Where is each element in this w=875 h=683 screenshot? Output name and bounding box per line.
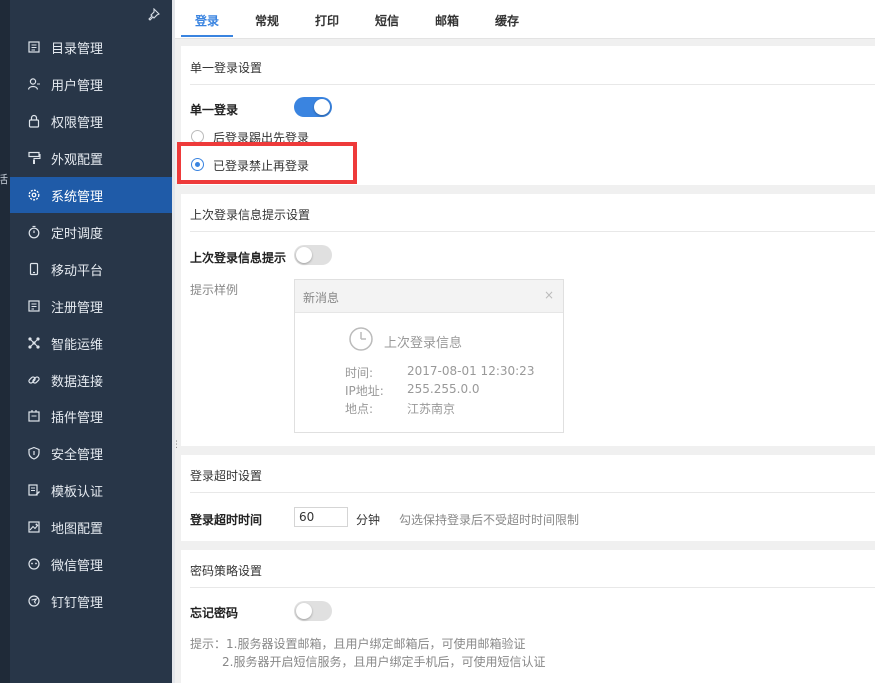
sidebar-item-ops[interactable]: 智能运维 — [10, 325, 172, 361]
sidebar-item-permissions[interactable]: 权限管理 — [10, 103, 172, 139]
sidebar-item-label: 地图配置 — [51, 521, 104, 537]
place-key: 地点: — [345, 402, 374, 416]
tab-print[interactable]: 打印 — [315, 12, 339, 29]
sidebar-item-mobile[interactable]: 移动平台 — [10, 251, 172, 287]
clock-icon — [349, 327, 373, 351]
timer-icon — [27, 225, 41, 239]
left-edge-strip — [0, 0, 10, 683]
sidebar-item-label: 钉钉管理 — [51, 595, 104, 611]
section-divider — [190, 492, 875, 493]
notice-title: 新消息 — [303, 291, 340, 305]
section-divider — [190, 587, 875, 588]
pin-icon[interactable] — [146, 8, 160, 22]
password-section: 密码策略设置 忘记密码 提示：1.服务器设置邮箱，且用户绑定邮箱后，可使用邮箱验… — [181, 550, 875, 683]
sidebar-item-dingtalk[interactable]: 钉钉管理 — [10, 583, 172, 619]
sidebar-item-label: 权限管理 — [51, 115, 104, 131]
sidebar-item-label: 数据连接 — [51, 374, 104, 390]
tip-line-1: 提示：1.服务器设置邮箱，且用户绑定邮箱后，可使用邮箱验证 — [190, 637, 526, 651]
sidebar-item-appearance[interactable]: 外观配置 — [10, 140, 172, 176]
single-login-label: 单一登录 — [190, 103, 239, 117]
tab-cache[interactable]: 缓存 — [495, 12, 519, 29]
sidebar: 目录管理 用户管理 权限管理 外观配置 系统管理 定时调度 移动平台 注册管理 … — [10, 0, 172, 683]
sidebar-item-label: 安全管理 — [51, 447, 104, 463]
last-login-label: 上次登录信息提示 — [190, 251, 287, 265]
timeout-hint: 勾选保持登录后不受超时时间限制 — [399, 513, 580, 527]
tab-general[interactable]: 常规 — [255, 12, 279, 29]
ops-icon — [27, 336, 41, 350]
sample-label: 提示样例 — [190, 283, 239, 297]
ip-key: IP地址: — [345, 384, 384, 398]
section-title: 上次登录信息提示设置 — [190, 208, 311, 222]
section-title: 单一登录设置 — [190, 61, 263, 75]
sidebar-item-label: 定时调度 — [51, 226, 104, 242]
link-icon — [27, 373, 41, 387]
gear-icon — [27, 188, 41, 202]
mobile-icon — [27, 262, 41, 276]
sidebar-item-schedule[interactable]: 定时调度 — [10, 214, 172, 250]
register-icon — [27, 299, 41, 313]
tab-email[interactable]: 邮箱 — [435, 12, 459, 29]
tab-bar: 登录 常规 打印 短信 邮箱 缓存 — [175, 0, 875, 39]
sidebar-item-label: 外观配置 — [51, 152, 104, 168]
sidebar-item-label: 注册管理 — [51, 300, 104, 316]
template-icon — [27, 483, 41, 497]
section-divider — [190, 84, 875, 85]
wechat-icon — [27, 557, 41, 571]
splitter-handle-icon[interactable]: ⋮ — [172, 441, 181, 450]
forgot-password-label: 忘记密码 — [190, 606, 239, 620]
sidebar-item-map[interactable]: 地图配置 — [10, 509, 172, 545]
shield-icon — [27, 446, 41, 460]
tab-sms[interactable]: 短信 — [375, 12, 399, 29]
single-login-toggle[interactable] — [294, 97, 332, 117]
sidebar-item-label: 智能运维 — [51, 337, 104, 353]
sidebar-item-security[interactable]: 安全管理 — [10, 435, 172, 471]
ip-value: 255.255.0.0 — [407, 382, 480, 396]
timeout-unit: 分钟 — [356, 513, 381, 527]
notice-header: 新消息 × — [295, 280, 563, 313]
sidebar-item-catalog[interactable]: 目录管理 — [10, 29, 172, 65]
sidebar-item-label: 用户管理 — [51, 78, 104, 94]
last-login-section: 上次登录信息提示设置 上次登录信息提示 提示样例 新消息 × 上次登录信息 时间… — [181, 194, 875, 446]
sidebar-item-users[interactable]: 用户管理 — [10, 66, 172, 102]
sidebar-item-data-connection[interactable]: 数据连接 — [10, 362, 172, 398]
time-value: 2017-08-01 12:30:23 — [407, 364, 535, 378]
timeout-input[interactable]: 60 — [294, 507, 348, 527]
edge-glyph: 活 — [0, 173, 8, 186]
close-icon[interactable]: × — [544, 288, 554, 302]
catalog-icon — [27, 40, 41, 54]
forgot-password-toggle[interactable] — [294, 601, 332, 621]
dingtalk-icon — [27, 594, 41, 608]
sidebar-item-system[interactable]: 系统管理 — [10, 177, 172, 213]
time-key: 时间: — [345, 366, 374, 380]
notice-subtitle: 上次登录信息 — [384, 336, 463, 351]
timeout-label: 登录超时时间 — [190, 513, 263, 527]
section-title: 登录超时设置 — [190, 469, 263, 483]
place-value: 江苏南京 — [407, 402, 456, 416]
sidebar-item-label: 插件管理 — [51, 410, 104, 426]
timeout-section: 登录超时设置 登录超时时间 60 分钟 勾选保持登录后不受超时时间限制 — [181, 455, 875, 541]
sidebar-item-wechat[interactable]: 微信管理 — [10, 546, 172, 582]
sidebar-item-register[interactable]: 注册管理 — [10, 288, 172, 324]
sidebar-item-label: 移动平台 — [51, 263, 104, 279]
sidebar-item-label: 目录管理 — [51, 41, 104, 57]
sidebar-item-label: 模板认证 — [51, 484, 104, 500]
sidebar-item-label: 系统管理 — [51, 189, 104, 205]
plugin-icon — [27, 409, 41, 423]
sidebar-item-template-auth[interactable]: 模板认证 — [10, 472, 172, 508]
map-icon — [27, 520, 41, 534]
main-content: 登录 常规 打印 短信 邮箱 缓存 单一登录设置 单一登录 后登录踢出先登录 已… — [175, 0, 875, 683]
section-title: 密码策略设置 — [190, 564, 263, 578]
section-divider — [190, 231, 875, 232]
sidebar-item-label: 微信管理 — [51, 558, 104, 574]
highlight-annotation — [177, 142, 357, 184]
brush-icon — [27, 151, 41, 165]
user-icon — [27, 77, 41, 91]
tip-line-2: 2.服务器开启短信服务，且用户绑定手机后，可使用短信认证 — [222, 655, 546, 669]
last-login-toggle[interactable] — [294, 245, 332, 265]
tab-login[interactable]: 登录 — [195, 12, 219, 29]
notice-sample: 新消息 × 上次登录信息 时间: 2017-08-01 12:30:23 IP地… — [294, 279, 564, 433]
active-tab-indicator — [181, 35, 233, 37]
sidebar-item-plugins[interactable]: 插件管理 — [10, 398, 172, 434]
lock-icon — [27, 114, 41, 128]
